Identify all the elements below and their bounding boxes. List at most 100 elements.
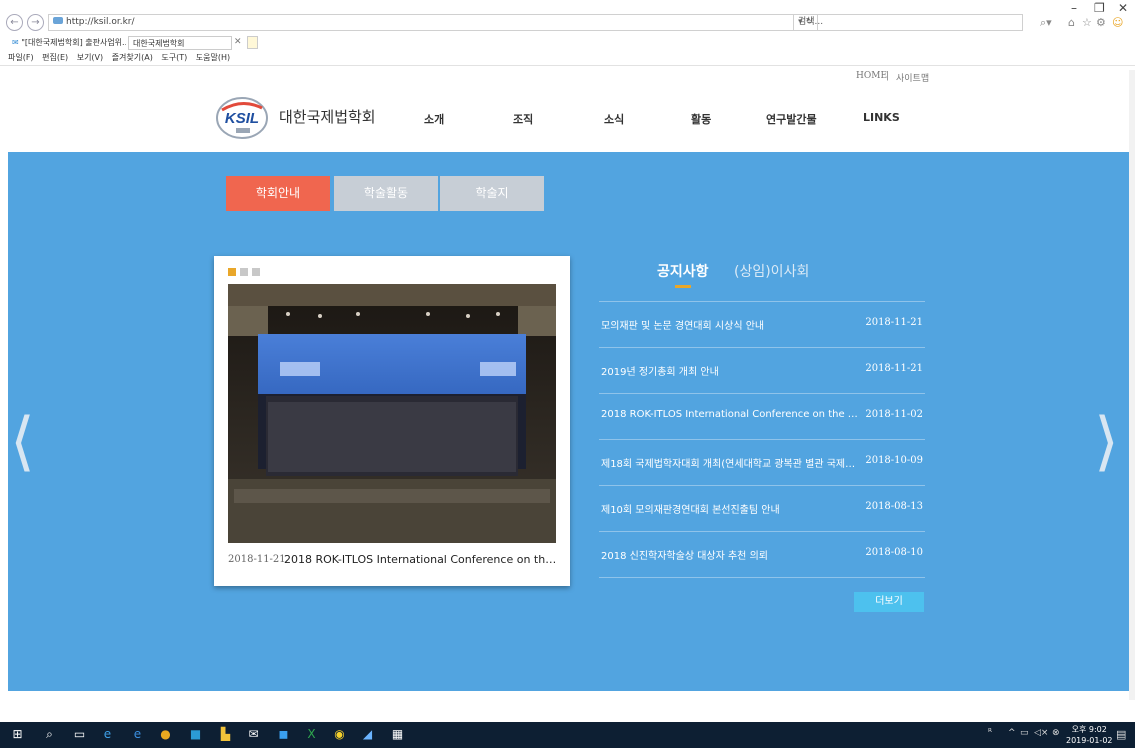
app-icon-2[interactable]: ◢ [360,727,375,742]
minimize-icon[interactable]: – [1071,1,1077,15]
notice-title[interactable]: 2018 ROK-ITLOS International Conference … [601,409,859,420]
notice-date: 2018-11-02 [865,409,923,420]
notice-date: 2018-08-13 [865,501,923,512]
notice-date: 2018-11-21 [865,317,923,328]
kakaotalk-icon[interactable]: ◉ [332,727,347,742]
next-arrow-icon[interactable]: ⟩ [1094,410,1119,474]
notice-date: 2018-10-09 [865,455,923,466]
menu-edit[interactable]: 편집(E) [42,53,68,62]
browser-tab-ksil[interactable]: 대한국제법학회 [128,36,232,50]
slide-date: 2018-11-21 [228,554,286,565]
task-view-icon[interactable]: ▭ [72,727,87,742]
system-clock[interactable]: 오후 9:02 2019-01-02 [1066,724,1113,746]
store-icon[interactable]: ■ [188,727,203,742]
forward-icon[interactable]: → [27,14,44,31]
notice-list: 모의재판 및 논문 경연대회 시상식 안내 2018-11-21 2019년 정… [599,301,925,578]
slider-dot-3[interactable] [252,268,260,276]
notice-item[interactable]: 2018 ROK-ITLOS International Conference … [599,394,925,440]
network-icon[interactable]: ▭ [1020,728,1029,738]
site-favicon-icon [53,17,63,24]
notice-item[interactable]: 제18회 국제법학자대회 개최(연세대학교 광복관 별관 국제회... 2018… [599,440,925,486]
ie-browser-icon[interactable]: e [130,727,145,742]
nav-activities[interactable]: 활동 [691,111,711,127]
menu-bar: 파일(F) 편집(E) 보기(V) 즐겨찾기(A) 도구(T) 도움말(H) [8,52,236,63]
slide-title[interactable]: 2018 ROK-ITLOS International Conference … [284,553,560,566]
address-text: http://ksil.or.kr/ [66,17,135,27]
slider-card[interactable]: 2018-11-21 2018 ROK-ITLOS International … [214,256,570,586]
category-academic-activity[interactable]: 학술활동 [334,176,438,211]
clock-time: 오후 9:02 [1071,725,1107,734]
smiley-icon[interactable]: ☺ [1112,16,1123,29]
volume-icon[interactable]: ◁× [1034,728,1048,738]
tab-close-icon[interactable]: ✕ [234,37,242,47]
status-icon[interactable]: ⊗ [1052,728,1060,738]
notice-title[interactable]: 모의재판 및 논문 경연대회 시상식 안내 [601,317,859,332]
windows-start-icon[interactable]: ⊞ [10,727,25,742]
excel-icon[interactable]: X [304,727,319,742]
notice-date: 2018-08-10 [865,547,923,558]
app-icon[interactable]: ◼ [276,727,291,742]
clock-date: 2019-01-02 [1066,736,1113,745]
logo-badge-text: KSIL [225,110,259,127]
notice-item[interactable]: 2018 신진학자학술상 대상자 추천 의뢰 2018-08-10 [599,532,925,578]
category-society-info[interactable]: 학회안내 [226,176,330,211]
notice-title[interactable]: 2019년 정기총회 개최 안내 [601,363,859,378]
menu-tools[interactable]: 도구(T) [161,53,187,62]
edge-browser-icon[interactable]: e [100,727,115,742]
notice-item[interactable]: 2019년 정기총회 개최 안내 2018-11-21 [599,348,925,394]
slider-dot-1[interactable] [228,268,236,276]
tab-notices[interactable]: 공지사항 [657,261,709,281]
notice-date: 2018-11-21 [865,363,923,374]
category-journal[interactable]: 학술지 [440,176,544,211]
util-sitemap-link[interactable]: 사이트맵 [896,71,929,84]
new-tab-button[interactable] [247,36,258,49]
ksil-logo-icon: KSIL [216,97,268,139]
page-scrollbar[interactable] [1129,70,1135,700]
mail-app-icon[interactable]: ✉ [246,727,261,742]
tab-label: "[대한국제법학회] 출판사업위... [21,38,126,47]
menu-help[interactable]: 도움말(H) [196,53,230,62]
nav-organization[interactable]: 조직 [513,111,533,127]
close-icon[interactable]: ✕ [1118,1,1128,15]
back-icon[interactable]: ← [6,14,23,31]
nav-publications[interactable]: 연구발간물 [766,111,817,127]
taskbar: ⊞ ⌕ ▭ e e ● ■ ▙ ✉ ◼ X ◉ ◢ ▦ ᴿ ^ ▭ ◁× ⊗ 오… [0,722,1135,748]
maximize-icon[interactable]: ❐ [1094,1,1105,15]
nav-links[interactable]: LINKS [863,111,900,124]
util-home-link[interactable]: HOME [856,71,887,81]
prev-arrow-icon[interactable]: ⟨ [10,410,35,474]
user-icon[interactable]: ᴿ [988,728,992,738]
notice-title[interactable]: 2018 신진학자학술상 대상자 추천 의뢰 [601,547,859,562]
notice-title[interactable]: 제18회 국제법학자대회 개최(연세대학교 광복관 별관 국제회... [601,455,859,470]
menu-view[interactable]: 보기(V) [77,53,103,62]
file-explorer-icon[interactable]: ▙ [218,727,233,742]
settings-gear-icon[interactable]: ⚙ [1096,16,1106,29]
slider-dot-2[interactable] [240,268,248,276]
address-bar[interactable]: http://ksil.or.kr/ ▾ ↻ [48,14,818,31]
menu-favorites[interactable]: 즐겨찾기(A) [112,53,153,62]
search-icon[interactable]: ⌕▾ [1040,16,1052,30]
search-input[interactable]: 검색... [793,14,1023,31]
favorites-star-icon[interactable]: ☆ [1082,16,1092,29]
tray-chevron-icon[interactable]: ^ [1008,728,1016,738]
notice-item[interactable]: 모의재판 및 논문 경연대회 시상식 안내 2018-11-21 [599,302,925,348]
hero-section [8,152,1133,691]
chrome-icon[interactable]: ● [158,727,173,742]
taskbar-search-icon[interactable]: ⌕ [42,727,57,742]
home-icon[interactable]: ⌂ [1068,16,1075,29]
site-logo[interactable]: KSIL 대한국제법학회 [216,96,376,140]
notice-title[interactable]: 제10회 모의재판경연대회 본선진출팀 안내 [601,501,859,516]
mail-icon: ✉ [12,38,19,47]
tab-board-meeting[interactable]: (상임)이사회 [734,261,809,281]
calculator-icon[interactable]: ▦ [390,727,405,742]
more-button[interactable]: 더보기 [854,592,924,612]
browser-tab-mail[interactable]: ✉ "[대한국제법학회] 출판사업위... [8,36,126,50]
browser-chrome: ← → http://ksil.or.kr/ ▾ ↻ 검색... – ❐ ✕ ⌕… [0,0,1135,66]
slider-dots [228,266,264,279]
menu-file[interactable]: 파일(F) [8,53,34,62]
notification-icon[interactable]: ▤ [1116,728,1126,741]
notice-item[interactable]: 제10회 모의재판경연대회 본선진출팀 안내 2018-08-13 [599,486,925,532]
nav-news[interactable]: 소식 [604,111,624,127]
conference-group-photo[interactable] [228,284,556,543]
nav-about[interactable]: 소개 [424,111,444,127]
